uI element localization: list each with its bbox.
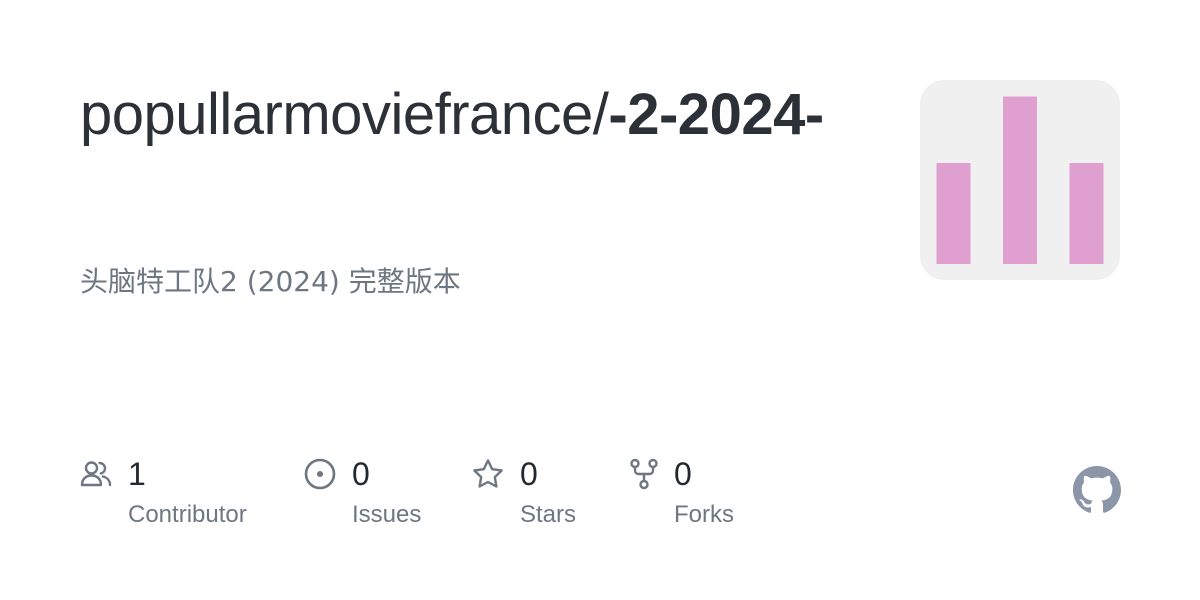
avatar-bar-middle (1003, 96, 1037, 264)
people-icon (80, 461, 112, 487)
avatar-bar-left (936, 163, 971, 264)
issues-count: 0 (352, 456, 370, 492)
issues-label: Issues (352, 501, 422, 528)
avatar-bar-right (1069, 163, 1104, 264)
stars-count: 0 (520, 456, 538, 492)
repository-description: 头脑特工队2 (2024) 完整版本 (80, 265, 461, 298)
stars-label: Stars (520, 501, 577, 528)
repository-avatar (920, 80, 1120, 280)
forks-count: 0 (674, 456, 692, 492)
contributors-label: Contributor (128, 501, 247, 528)
issue-opened-icon (304, 458, 336, 490)
forks-label: Forks (674, 501, 734, 528)
bar-graph-avatar-icon (936, 96, 1104, 264)
repository-title: popullarmoviefrance/-2-2024- (80, 80, 860, 150)
repository-owner: popullarmoviefrance (80, 82, 593, 147)
repo-forked-icon (630, 458, 658, 490)
repository-name: -2-2024- (608, 82, 824, 147)
star-icon (473, 459, 503, 488)
contributors-count: 1 (128, 456, 146, 492)
github-mark-icon (1073, 466, 1121, 513)
title-separator: / (592, 82, 609, 147)
